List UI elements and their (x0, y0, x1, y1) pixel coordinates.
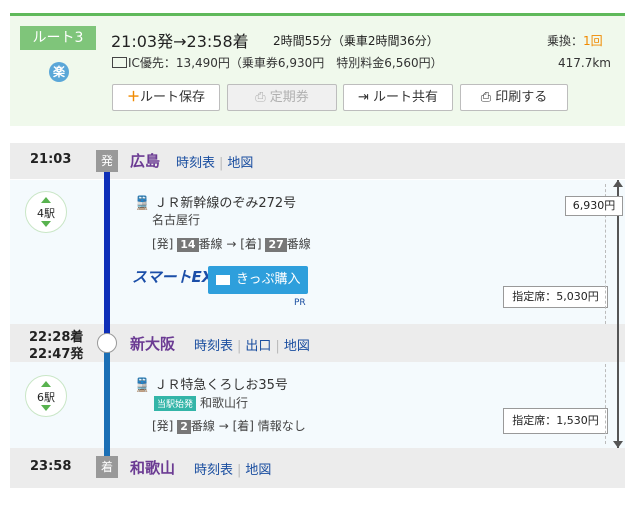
reserved-seat-fare: 指定席：5,030円 (503, 286, 608, 308)
print-button[interactable]: ⎙ 印刷する (460, 84, 568, 111)
station-name[interactable]: 新大阪 (130, 333, 175, 354)
chevron-down-icon (41, 405, 51, 411)
transfer-node (97, 333, 117, 353)
chevron-up-icon (41, 197, 51, 203)
shinkansen-line (104, 165, 110, 337)
chevron-up-icon (41, 381, 51, 387)
platform-info: [発] 14 番線 → [着] 27 番線 (152, 237, 311, 252)
share-icon: ⇥ (357, 90, 373, 105)
departure-arrival-time: 21:03発→23:58着 (111, 32, 249, 51)
stops-toggle[interactable]: 4駅 (25, 191, 67, 233)
plus-icon: ＋ (126, 90, 140, 105)
train-name: 🚆 ＪＲ特急くろしお35号 (134, 378, 288, 393)
station-name[interactable]: 広島 (130, 150, 160, 171)
commuter-pass-button[interactable]: ⎙ 定期券 (227, 84, 337, 111)
station-name[interactable]: 和歌山 (130, 457, 175, 478)
first-train-badge: 当駅始発 (154, 396, 197, 411)
arrival-time: 23:58 (30, 459, 72, 474)
map-link[interactable]: 地図 (227, 156, 253, 171)
timetable-link[interactable]: 時刻表 (194, 463, 233, 478)
limited-express-line (104, 350, 110, 458)
train-icon: 🚆 (134, 378, 151, 393)
exit-link[interactable]: 出口 (245, 339, 271, 354)
pr-label: PR (294, 298, 306, 308)
route-label: ルート3 (20, 26, 96, 50)
pass-icon: ⎙ (255, 90, 270, 105)
route-save-button[interactable]: ＋ルート保存 (112, 84, 220, 111)
route-share-button[interactable]: ⇥ ルート共有 (343, 84, 453, 111)
departure-time: 22:47発 (29, 347, 84, 362)
smartex-logo[interactable]: スマートEX (132, 266, 213, 287)
ic-card-icon (112, 57, 127, 68)
train-icon: 🚆 (134, 196, 151, 211)
segment-2-area (10, 362, 625, 448)
reserved-seat-fare: 指定席：1,530円 (503, 408, 608, 434)
arrow-down-icon (613, 441, 623, 448)
station-links: 時刻表 | 地図 (176, 156, 254, 171)
fare-range-line (605, 364, 606, 444)
timetable-link[interactable]: 時刻表 (194, 339, 233, 354)
printer-icon: ⎙ (480, 90, 496, 105)
train-name: 🚆 ＪＲ新幹線のぞみ272号 (134, 196, 297, 211)
buy-ticket-button[interactable]: きっぷ購入 (208, 266, 308, 294)
stops-toggle[interactable]: 6駅 (25, 375, 67, 417)
duration: 2時間55分（乗車2時間36分） (273, 34, 439, 48)
card-icon (216, 275, 230, 285)
total-fare-box: 6,930円 (565, 196, 623, 216)
raku-icon: 楽 (49, 62, 69, 82)
chevron-down-icon (41, 221, 51, 227)
arrival-badge: 着 (96, 456, 118, 478)
transfer-count: 乗換：1回 (547, 34, 603, 48)
timetable-link[interactable]: 時刻表 (176, 156, 215, 171)
departure-time: 21:03 (30, 152, 72, 167)
departure-badge: 発 (96, 150, 118, 172)
fare-range-bracket (617, 180, 619, 448)
map-link[interactable]: 地図 (245, 463, 271, 478)
train-destination: 名古屋行 (152, 213, 201, 227)
distance: 417.7km (558, 56, 611, 70)
station-links: 時刻表 | 地図 (194, 463, 272, 478)
station-links: 時刻表 | 出口 | 地図 (194, 339, 310, 354)
map-link[interactable]: 地図 (284, 339, 310, 354)
platform-info: [発] 2 番線 → [着] 情報なし (152, 419, 306, 434)
fare-info: IC優先：13,490円（乗車券6,930円 特別料金6,560円） (112, 54, 443, 71)
arrow-up-icon (613, 180, 623, 187)
train-destination: 当駅始発 和歌山行 (154, 394, 248, 411)
